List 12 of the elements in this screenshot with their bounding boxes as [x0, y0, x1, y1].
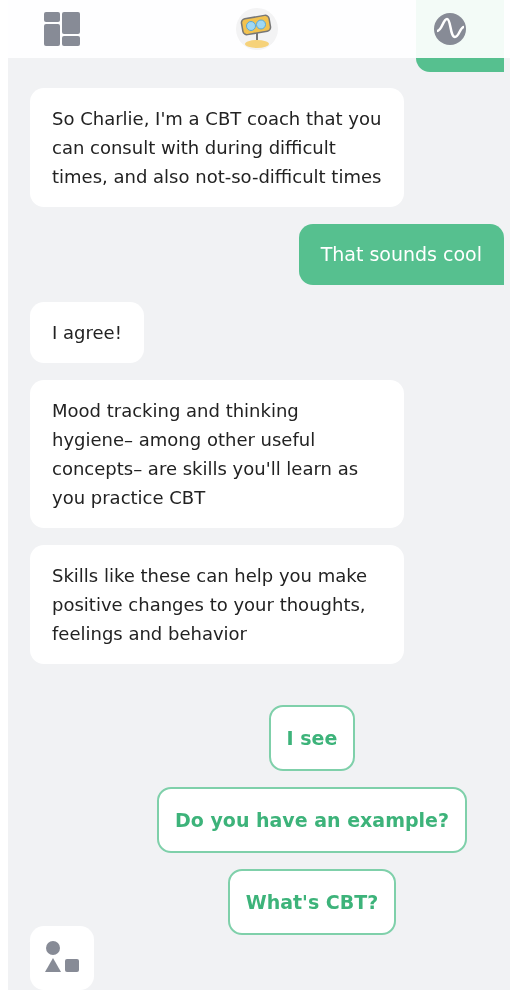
robot-avatar-icon[interactable] [236, 8, 278, 50]
quick-reply-button[interactable]: Do you have an example? [157, 787, 467, 853]
shapes-button[interactable] [30, 926, 94, 990]
quick-reply-button[interactable]: I see [268, 705, 356, 771]
user-message: That sounds cool [298, 224, 504, 285]
dashboard-icon[interactable] [44, 12, 80, 46]
bot-message: Skills like these can help you make positive changes to your thoughts, feelings and behavior [30, 545, 404, 664]
wave-icon[interactable] [434, 13, 466, 45]
bot-message: I agree! [30, 302, 144, 363]
bot-message: Mood tracking and thinking hygiene– among other useful concepts– are skills you'll learn as you practice CBT [30, 380, 404, 528]
quick-reply-button[interactable]: What's CBT? [227, 869, 397, 935]
bot-message: So Charlie, I'm a CBT coach that you can consult with during difficult times, and also not-so-difficult times [30, 88, 404, 207]
